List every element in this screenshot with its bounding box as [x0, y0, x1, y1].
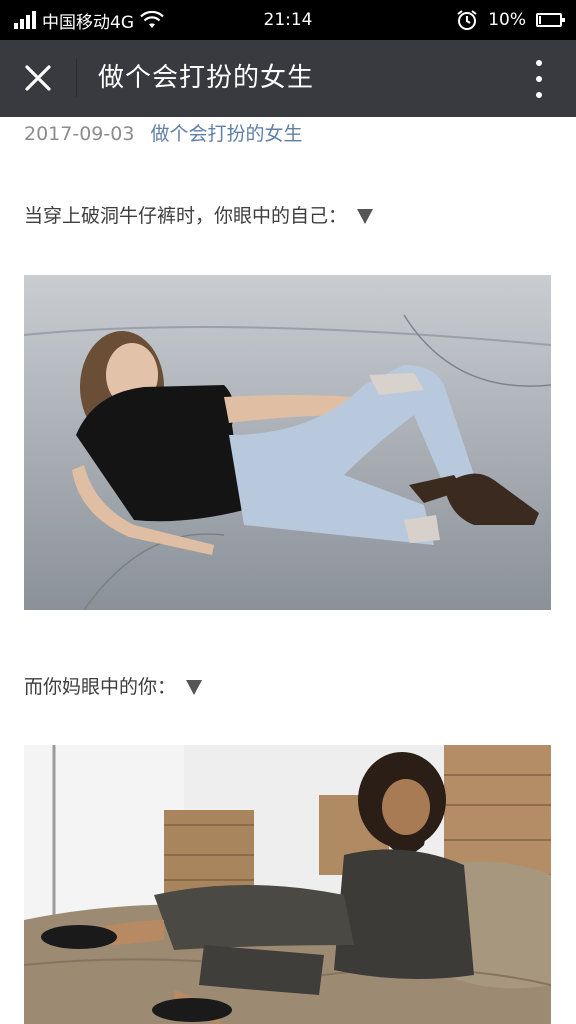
nav-bar: 做个会打扮的女生 — [0, 40, 576, 117]
close-button[interactable] — [18, 58, 58, 98]
photo-beggar-look — [24, 745, 551, 1024]
battery-percent: 10% — [488, 10, 526, 30]
down-triangle-icon — [186, 680, 203, 695]
more-icon-dot — [536, 92, 542, 98]
paragraph-text: 而你妈眼中的你： — [24, 676, 177, 698]
close-icon — [25, 65, 51, 91]
nav-divider — [76, 59, 77, 97]
photo-jeans-model — [24, 275, 551, 610]
paragraph-1: 当穿上破洞牛仔裤时，你眼中的自己： — [24, 201, 374, 228]
publish-date: 2017-09-03 — [24, 123, 135, 145]
more-button[interactable] — [526, 60, 552, 98]
article-meta: 2017-09-03 做个会打扮的女生 — [24, 119, 302, 149]
down-triangle-icon — [357, 209, 374, 224]
more-icon-dot — [536, 76, 542, 82]
account-link[interactable]: 做个会打扮的女生 — [150, 123, 302, 145]
battery-level — [539, 16, 541, 24]
alarm-icon — [457, 10, 477, 30]
page-title: 做个会打扮的女生 — [98, 63, 315, 93]
paragraph-text: 当穿上破洞牛仔裤时，你眼中的自己： — [24, 205, 348, 227]
status-right: 10% — [456, 0, 565, 40]
status-bar: 中国移动4G 21:14 10% — [0, 0, 576, 40]
paragraph-2: 而你妈眼中的你： — [24, 672, 203, 699]
more-icon-dot — [536, 60, 542, 66]
battery-icon — [536, 13, 565, 27]
